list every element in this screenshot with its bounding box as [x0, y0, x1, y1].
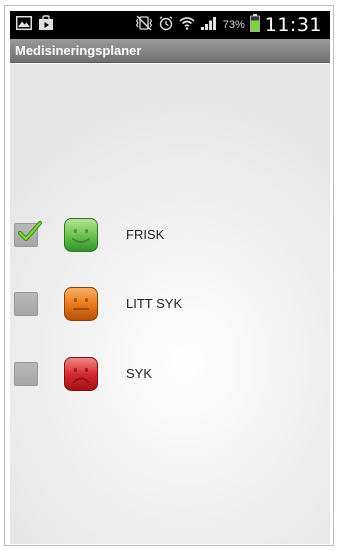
mood-label-litt-syk: LITT SYK — [126, 296, 183, 311]
neutral-face-icon — [64, 287, 98, 321]
image-icon — [16, 15, 32, 35]
mood-row-syk[interactable]: SYK — [10, 354, 330, 394]
mood-row-litt-syk[interactable]: LITT SYK — [10, 284, 330, 324]
mood-checkbox-litt-syk[interactable] — [14, 292, 38, 316]
happy-face-icon — [64, 218, 98, 252]
store-bag-icon — [38, 14, 54, 36]
content-area: FRISK LITT SYK SYK — [10, 64, 330, 544]
status-time: 11:31 — [264, 14, 322, 36]
signal-icon — [200, 15, 218, 36]
app-title: Medisineringsplaner — [15, 43, 142, 58]
checkmark-icon — [17, 220, 43, 242]
battery-percent: 73% — [222, 19, 245, 31]
mood-label-syk: SYK — [126, 366, 153, 381]
wifi-icon — [179, 15, 195, 36]
app-title-bar: Medisineringsplaner — [10, 39, 330, 63]
status-bar: 73% 11:31 — [10, 11, 330, 39]
mood-checkbox-syk[interactable] — [14, 362, 38, 386]
mood-checkbox-frisk[interactable] — [14, 220, 43, 247]
sad-face-icon — [64, 357, 98, 391]
alarm-clock-icon — [158, 15, 174, 36]
mood-label-frisk: FRISK — [126, 227, 165, 242]
vibrate-muted-icon — [135, 15, 153, 36]
mood-row-frisk[interactable]: FRISK — [10, 215, 330, 255]
battery-icon — [249, 13, 260, 37]
